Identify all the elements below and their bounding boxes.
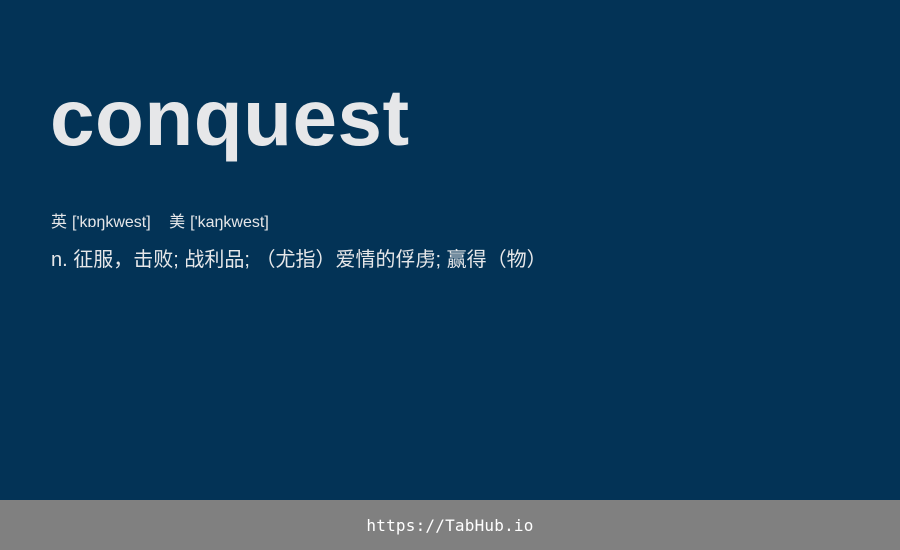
uk-phonetic-label: 英 bbox=[51, 214, 68, 231]
word-title: conquest bbox=[50, 73, 410, 162]
definition-text: n. 征服，击败; 战利品; （尤指）爱情的俘虏; 赢得（物） bbox=[51, 249, 547, 271]
uk-phonetic-text: ['kɒŋkwest] bbox=[72, 214, 151, 231]
footer-bar: https://TabHub.io bbox=[0, 500, 900, 550]
us-phonetic-label: 美 bbox=[169, 214, 186, 231]
us-phonetic-text: ['kaŋkwest] bbox=[190, 214, 269, 231]
uk-phonetic: 英 ['kɒŋkwest] bbox=[51, 212, 151, 234]
us-phonetic: 美 ['kaŋkwest] bbox=[169, 212, 269, 234]
footer-link[interactable]: https://TabHub.io bbox=[366, 516, 533, 535]
word-card: conquest 英 ['kɒŋkwest] 美 ['kaŋkwest] n. 征服… bbox=[0, 0, 900, 500]
phonetics-row: 英 ['kɒŋkwest] 美 ['kaŋkwest] bbox=[51, 212, 269, 234]
